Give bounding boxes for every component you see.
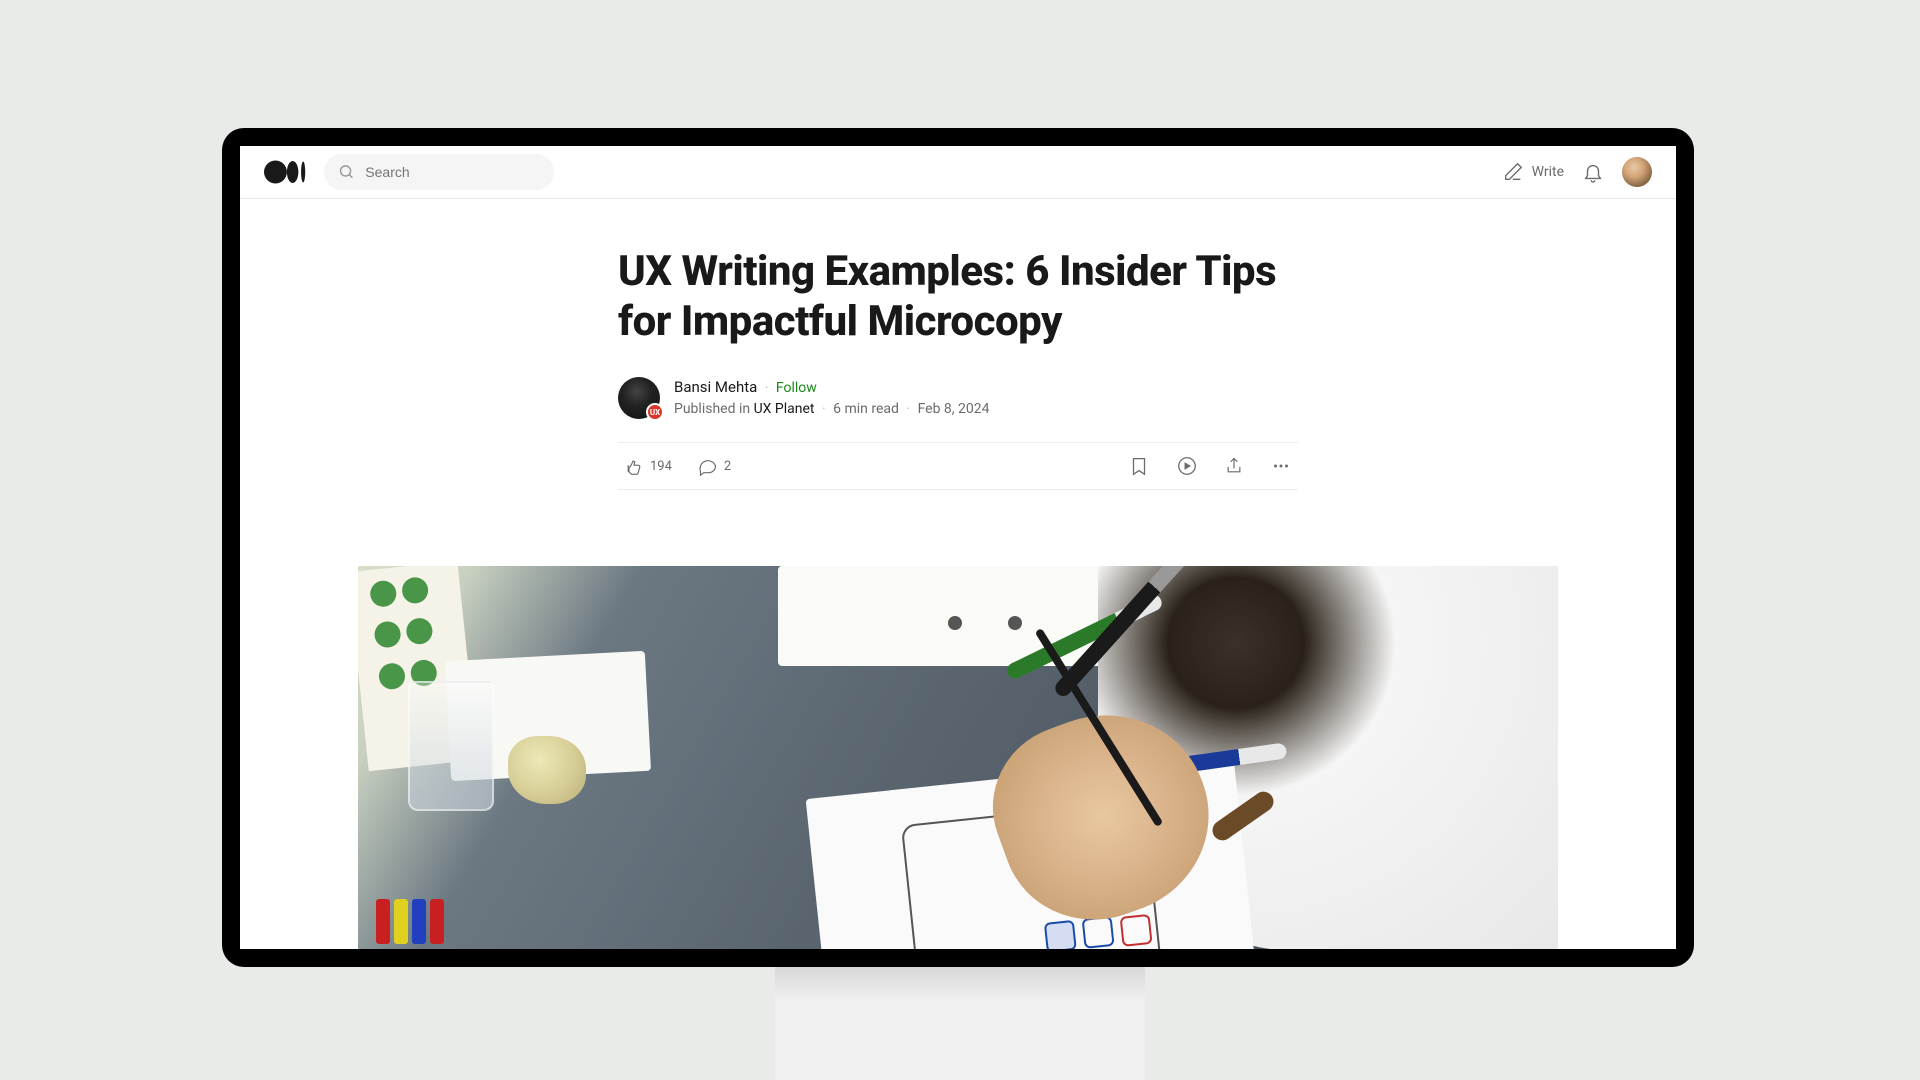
- bell-icon: [1582, 161, 1604, 183]
- search-icon: [338, 162, 355, 182]
- follow-link[interactable]: Follow: [776, 380, 817, 396]
- author-avatar-wrap[interactable]: UX: [618, 377, 660, 419]
- byline-text: Bansi Mehta · Follow Published in UX Pla…: [674, 376, 989, 420]
- comment-count: 2: [724, 459, 731, 474]
- write-label: Write: [1532, 164, 1564, 180]
- author-name[interactable]: Bansi Mehta: [674, 378, 757, 396]
- share-icon: [1224, 456, 1244, 476]
- share-button[interactable]: [1224, 456, 1244, 476]
- medium-logo[interactable]: [264, 160, 306, 184]
- search-box[interactable]: [324, 154, 554, 190]
- monitor-stand: [775, 967, 1145, 1080]
- more-button[interactable]: [1270, 455, 1292, 477]
- read-time: 6 min read: [833, 401, 899, 417]
- clap-count: 194: [650, 459, 672, 474]
- listen-button[interactable]: [1176, 455, 1198, 477]
- action-bar: 194 2: [618, 442, 1298, 490]
- published-in-label: Published in: [674, 401, 750, 417]
- publication-name[interactable]: UX Planet: [754, 401, 815, 417]
- write-icon: [1502, 161, 1524, 183]
- comment-button[interactable]: 2: [698, 456, 731, 476]
- comment-icon: [698, 456, 718, 476]
- publication-badge: UX: [646, 403, 664, 421]
- monitor-frame: Write UX Writing Examples: 6 Insider Tip…: [222, 128, 1694, 967]
- hero-image: [358, 566, 1558, 949]
- play-circle-icon: [1176, 455, 1198, 477]
- medium-logo-icon: [264, 160, 306, 184]
- article-title: UX Writing Examples: 6 Insider Tips for …: [618, 247, 1298, 346]
- user-avatar[interactable]: [1622, 157, 1652, 187]
- write-button[interactable]: Write: [1502, 161, 1564, 183]
- publish-date: Feb 8, 2024: [918, 401, 990, 417]
- screen: Write UX Writing Examples: 6 Insider Tip…: [240, 146, 1676, 949]
- article: UX Writing Examples: 6 Insider Tips for …: [618, 199, 1298, 490]
- more-icon: [1270, 455, 1292, 477]
- bookmark-icon: [1128, 455, 1150, 477]
- clap-icon: [624, 456, 644, 476]
- clap-button[interactable]: 194: [624, 456, 672, 476]
- notifications-button[interactable]: [1582, 161, 1604, 183]
- header: Write: [240, 146, 1676, 199]
- byline: UX Bansi Mehta · Follow Published in UX …: [618, 376, 1298, 420]
- bookmark-button[interactable]: [1128, 455, 1150, 477]
- search-input[interactable]: [365, 164, 540, 180]
